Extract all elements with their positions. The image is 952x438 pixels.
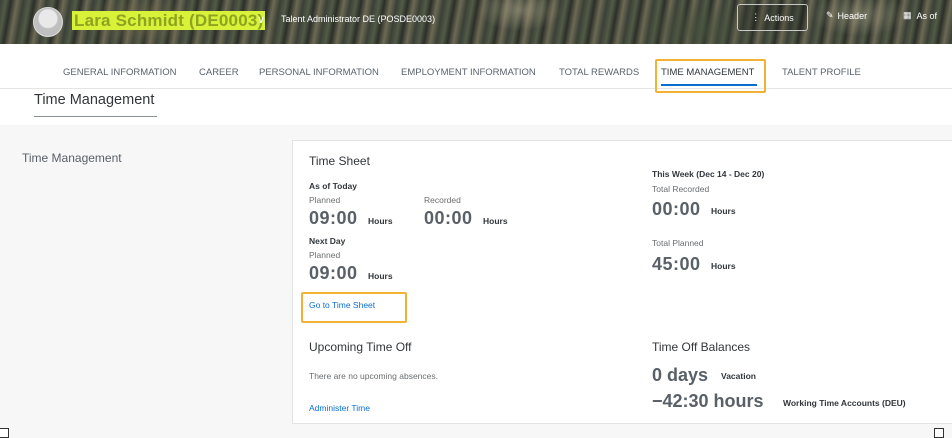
total-recorded-value: 00:00	[652, 199, 701, 219]
tab-personal-information[interactable]: PERSONAL INFORMATION	[259, 67, 379, 78]
time-management-card	[292, 140, 952, 424]
as-of-today-label: As of Today	[309, 181, 358, 191]
no-absences-text: There are no upcoming absences.	[309, 371, 438, 381]
tab-total-rewards[interactable]: TOTAL REWARDS	[559, 67, 639, 78]
corner-marker	[934, 428, 944, 438]
time-off-balances-heading: Time Off Balances	[652, 340, 751, 354]
tab-talent-profile[interactable]: TALENT PROFILE	[782, 67, 861, 78]
next-planned-value: 09:00	[309, 263, 358, 283]
total-recorded-unit: Hours	[711, 206, 736, 216]
vacation-balance-value: 0 days	[652, 365, 709, 385]
recorded-unit: Hours	[483, 216, 508, 226]
link-highlight-box	[301, 292, 407, 323]
wta-balance-value: −42:30 hours	[652, 391, 764, 411]
user-name[interactable]: Lara Schmidt (DE0003)	[72, 11, 266, 30]
recorded-label: Recorded	[424, 195, 461, 205]
pencil-icon: ✎	[826, 10, 834, 20]
more-vertical-icon: ⋮	[751, 12, 761, 22]
header-label: Header	[837, 10, 868, 21]
actions-button[interactable]: ⋮ Actions	[737, 4, 808, 31]
page-title: Time Management	[34, 92, 155, 108]
tab-general-information[interactable]: GENERAL INFORMATION	[63, 67, 176, 78]
avatar[interactable]	[33, 7, 63, 37]
this-week-heading: This Week (Dec 14 - Dec 20)	[652, 169, 765, 179]
next-day-label: Next Day	[309, 236, 346, 246]
header-button[interactable]: ✎ Header	[826, 10, 867, 21]
job-title: Talent Administrator DE (POSDE0003)	[281, 14, 436, 24]
next-planned-label: Planned	[309, 250, 341, 260]
calendar-icon: ▦	[903, 10, 912, 20]
administer-time-link[interactable]: Administer Time	[309, 403, 370, 413]
tab-career[interactable]: CAREER	[199, 67, 239, 78]
planned-value: 09:00	[309, 208, 358, 228]
planned-label: Planned	[309, 195, 341, 205]
wta-label: Working Time Accounts (DEU)	[783, 398, 906, 408]
total-planned-label: Total Planned	[652, 238, 704, 248]
total-planned-unit: Hours	[711, 261, 736, 271]
total-planned-value: 45:00	[652, 254, 701, 274]
tab-employment-information[interactable]: EMPLOYMENT INFORMATION	[401, 67, 536, 78]
time-sheet-heading: Time Sheet	[309, 154, 370, 168]
as-of-button[interactable]: ▦ As of	[903, 10, 937, 21]
as-of-label: As of	[916, 10, 938, 21]
actions-label: Actions	[764, 12, 794, 23]
title-underline	[34, 116, 157, 117]
tab-highlight-box	[655, 59, 766, 93]
total-recorded-label: Total Recorded	[652, 184, 710, 194]
recorded-value: 00:00	[424, 208, 473, 228]
planned-unit: Hours	[368, 216, 393, 226]
chevron-down-icon[interactable]: ∨	[257, 13, 265, 26]
section-label: Time Management	[22, 151, 122, 165]
vacation-label: Vacation	[721, 371, 756, 381]
next-planned-unit: Hours	[368, 271, 393, 281]
upcoming-time-off-heading: Upcoming Time Off	[309, 340, 412, 354]
corner-marker	[0, 428, 9, 438]
